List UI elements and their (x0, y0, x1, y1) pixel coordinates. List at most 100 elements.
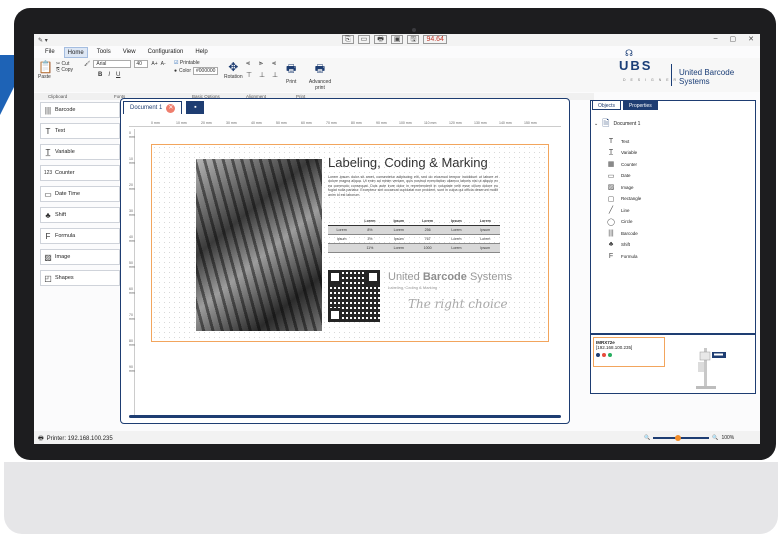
align-top-icon[interactable]: ⊤ (246, 71, 256, 79)
copy-label: Copy (61, 67, 74, 73)
zoom-in-icon[interactable]: 🔍 (712, 435, 718, 441)
quick-button-frame[interactable]: ▣ (390, 35, 404, 44)
close-icon[interactable]: ✕ (166, 103, 176, 113)
color-select[interactable]: #000000 (192, 67, 219, 75)
quick-button-print[interactable]: 🖶 (374, 35, 387, 44)
menu-file[interactable]: File (42, 47, 58, 58)
tree-node-circle[interactable]: ◯ Circle (606, 217, 641, 227)
underline-button[interactable]: U (116, 72, 120, 78)
table-header-cell (328, 217, 356, 226)
checkbox-icon: ☑ (174, 60, 179, 66)
tree-node-line[interactable]: ╱ Line (606, 205, 641, 215)
label-lorem-text[interactable]: Lorem ipsum dolor sit amet, consectetur … (328, 175, 498, 197)
tool-barcode[interactable]: ||| Barcode (40, 102, 120, 118)
format-painter-icon[interactable]: 🖌 (84, 61, 90, 67)
menu-view[interactable]: View (120, 47, 139, 58)
ruler-v-tick: 50 mm (129, 261, 135, 269)
printer-ip: [192.168.100.235] (596, 345, 633, 350)
tree-node-image[interactable]: ▨ Image (606, 182, 641, 192)
tool-shapes[interactable]: ◰ Shapes (40, 270, 120, 286)
shift-icon: ♣ (608, 241, 614, 248)
label-canvas[interactable]: Labeling, Coding & Marking Lorem ipsum d… (151, 144, 549, 342)
tree-node-date[interactable]: ▭ Date (606, 171, 641, 181)
document-tabs: Document 1 ✕ ▪ (123, 101, 205, 114)
label-signature[interactable]: The right choice (408, 297, 508, 311)
tool-image[interactable]: ▨ Image (40, 249, 120, 265)
tree-node-formula[interactable]: F Formula (606, 251, 641, 261)
advanced-print-button[interactable]: 🖶 Advanced print (308, 60, 332, 91)
minimize-button[interactable]: – (714, 35, 718, 43)
tool-date-time[interactable]: ▭ Date Time (40, 186, 120, 202)
menu-help[interactable]: Help (192, 47, 210, 58)
font-family-select[interactable]: Arial (93, 60, 132, 68)
printer-card[interactable]: IMRX72e [192.168.100.235] (593, 337, 665, 367)
tree-node-shift[interactable]: ♣ Shift (606, 240, 641, 250)
label-table[interactable]: Lorem Ipsum Lorem Ipsum Lorem Lorem 8% L… (328, 217, 500, 253)
copy-button[interactable]: ⎘ Copy (56, 67, 73, 73)
tab-properties[interactable]: Properties (622, 100, 658, 110)
table-cell: 11% (355, 243, 385, 253)
table-cell: Lorem (470, 234, 500, 244)
tree-node-label: Rectangle (621, 196, 642, 201)
tool-variable[interactable]: T̲ Variable (40, 144, 120, 160)
zoom-out-icon[interactable]: 🔍 (644, 435, 650, 441)
tool-label: Shapes (55, 275, 74, 281)
tool-label: Date Time (55, 191, 81, 197)
menu-configuration[interactable]: Configuration (145, 47, 187, 58)
align-middle-icon[interactable]: ⊥ (259, 71, 269, 79)
image-icon: ▨ (44, 252, 52, 262)
align-right-icon[interactable]: ⫷ (272, 60, 282, 68)
maximize-button[interactable]: ▢ (730, 35, 737, 43)
printable-checkbox[interactable]: ☑ Printable (174, 60, 218, 66)
tab-document-1[interactable]: Document 1 ✕ (123, 101, 183, 114)
tree-node-rectangle[interactable]: ▢ Rectangle (606, 194, 642, 204)
tool-text[interactable]: T Text (40, 123, 120, 139)
label-title[interactable]: Labeling, Coding & Marking (328, 155, 488, 170)
circle-icon: ◯ (607, 218, 615, 226)
printer-status[interactable]: 🖶 Printer: 192.168.100.235 (38, 434, 113, 444)
shrink-font-button[interactable]: A- (161, 61, 166, 67)
font-size-select[interactable]: 40 (134, 60, 149, 68)
table-cell: 256 (412, 225, 443, 235)
zoom-slider[interactable] (653, 435, 710, 441)
new-document-icon[interactable]: ▪ (186, 101, 205, 114)
basic-options-group: ☑ Printable ● Color #000000 (174, 60, 219, 75)
tree-node-barcode[interactable]: ||| Barcode (606, 228, 641, 238)
qr-code[interactable] (328, 270, 380, 322)
quick-button-window[interactable]: ▭ (357, 35, 371, 44)
align-bottom-icon[interactable]: ⊥ (272, 71, 282, 79)
align-center-icon[interactable]: ⫸ (259, 60, 269, 68)
align-left-icon[interactable]: ⫷ (246, 60, 256, 68)
rotation-button[interactable]: ✥ Rotation (224, 60, 243, 80)
print-button[interactable]: 🖶 Print (286, 60, 296, 85)
tool-formula[interactable]: F Formula (40, 228, 120, 244)
quick-button-copy[interactable]: ⎘ (342, 35, 354, 44)
tool-shift[interactable]: ♣ Shift (40, 207, 120, 223)
tree-root[interactable]: ⌄ 🗎 Document 1 (594, 116, 641, 132)
menu-home[interactable]: Home (63, 47, 88, 58)
italic-button[interactable]: I (108, 72, 110, 78)
tree-node-variable[interactable]: T̲ Variable (606, 148, 641, 158)
ruler-v-tick: 20 mm (129, 183, 135, 191)
tab-objects[interactable]: Objects (592, 100, 621, 110)
ruler-h-tick: 120 mm (449, 121, 462, 125)
ruler-v-tick: 70 mm (129, 313, 135, 321)
table-cell: 767 (412, 234, 443, 244)
quick-button-save[interactable]: 🖫 (407, 35, 420, 44)
rectangle-icon: ▢ (607, 195, 615, 203)
tool-counter[interactable]: 123 Counter (40, 165, 120, 181)
horizontal-scrollbar[interactable] (129, 415, 561, 418)
zoom-slider-knob[interactable] (675, 435, 682, 441)
grow-font-button[interactable]: A+ (151, 61, 157, 67)
collapse-icon[interactable]: ⌄ (594, 121, 598, 127)
close-button[interactable]: ✕ (748, 35, 754, 43)
app-icon[interactable]: ✎ ▾ (38, 37, 48, 44)
label-brand-text[interactable]: United Barcode Systems (388, 271, 512, 283)
menu-tools[interactable]: Tools (94, 47, 114, 58)
bold-button[interactable]: B (98, 72, 102, 78)
paste-icon[interactable]: 📋 (38, 60, 53, 74)
tree-node-text[interactable]: T Text (606, 136, 641, 146)
tree-node-counter[interactable]: ▦ Counter (606, 159, 641, 169)
tiger-image[interactable] (196, 159, 322, 331)
counter-icon: 123 (43, 170, 53, 176)
